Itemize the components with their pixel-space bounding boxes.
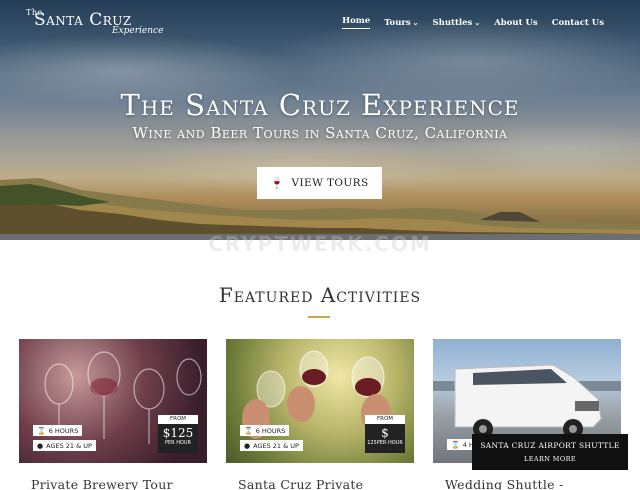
nav-item-tours[interactable]: Tours ⌄ [384,16,418,29]
view-tours-button[interactable]: 🍷 VIEW TOURS [257,167,382,199]
chevron-down-icon: ⌄ [412,18,419,27]
activity-card-santa-cruz-private[interactable]: ⌛ 6 HOURS ● AGES 21 & UP FROM $ 125PER HOU… [226,339,414,490]
card-title[interactable]: Wedding Shuttle - [445,477,564,490]
info-icon: ● [37,441,44,450]
watermark: CRYPTWERK.COM [208,232,432,256]
top-nav: The Santa Cruz Experience Home Tours ⌄ Sh… [26,8,604,36]
hero-subtitle: Wine and Beer Tours in Santa Cruz, Calif… [132,124,508,142]
hourglass-icon: ⌛ [244,426,253,435]
nav-item-home[interactable]: Home [342,16,371,29]
hourglass-icon: ⌛ [37,426,46,435]
section-divider [308,316,330,318]
airport-shuttle-popup[interactable]: SANTA CRUZ AIRPORT SHUTTLE LEARN MORE [472,434,628,470]
chevron-down-icon: ⌄ [474,18,481,27]
duration-badge: ⌛ 6 HOURS [33,425,83,436]
info-icon: ● [244,441,251,450]
hourglass-icon: ⌛ [451,440,460,449]
card-title[interactable]: Private Brewery Tour [31,477,173,490]
activity-card-brewery[interactable]: ⌛ 6 HOURS ● AGES 21 & UP FROM $125 PER HOU… [19,339,207,490]
nav-item-shuttles[interactable]: Shuttles ⌄ [433,16,481,29]
wine-glass-icon: 🍷 [270,176,285,190]
nav-item-contact-us[interactable]: Contact Us [552,16,604,29]
card-image-toast: ⌛ 6 HOURS ● AGES 21 & UP FROM $ 125PER HOU… [226,339,414,463]
price-tag: FROM $ 125PER HOUR [365,415,405,453]
age-badge: ● AGES 21 & UP [33,440,96,451]
price-tag: FROM $125 PER HOUR [158,415,198,453]
card-title[interactable]: Santa Cruz Private [238,477,363,490]
duration-badge: ⌛ 6 HOURS [240,425,290,436]
card-image-glasses: ⌛ 6 HOURS ● AGES 21 & UP FROM $125 PER HOU… [19,339,207,463]
hero-banner: The Santa Cruz Experience Home Tours ⌄ Sh… [0,0,640,240]
nav-item-about-us[interactable]: About Us [494,16,537,29]
popup-title: SANTA CRUZ AIRPORT SHUTTLE [480,441,620,450]
hero-title: The Santa Cruz Experience [120,88,520,122]
learn-more-link[interactable]: LEARN MORE [472,455,628,463]
featured-title: Featured Activities [218,283,422,307]
age-badge: ● AGES 21 & UP [240,440,303,451]
main-menu: Home Tours ⌄ Shuttles ⌄ About Us Contact U… [342,16,604,29]
